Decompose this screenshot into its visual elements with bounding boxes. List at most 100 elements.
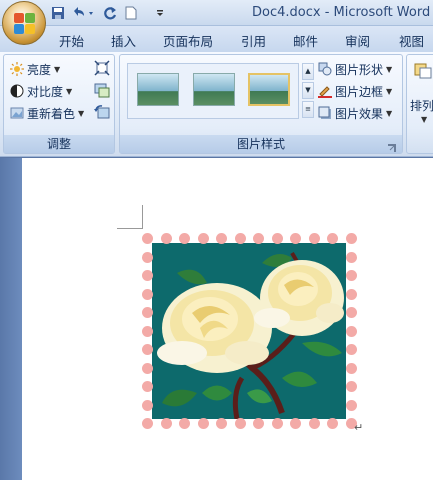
recolor-label: 重新着色: [27, 106, 76, 121]
pencil-icon: [318, 84, 332, 98]
chevron-down-icon: ▼: [78, 108, 85, 118]
reset-picture-icon[interactable]: [94, 104, 110, 123]
position-icon[interactable]: [414, 63, 432, 82]
chevron-down-icon: ▼: [66, 86, 73, 96]
margin-corner-mark: [117, 228, 143, 229]
redo-icon[interactable]: [102, 4, 118, 22]
stamp-border-dot: [142, 251, 153, 263]
shape-icon: [318, 62, 332, 76]
picture-border-label: 图片边框: [335, 84, 384, 99]
stamp-border-dot: [346, 399, 357, 411]
contrast-label: 对比度: [27, 84, 64, 99]
paragraph-mark: ↵: [354, 421, 364, 434]
stamp-border-dot: [290, 418, 302, 429]
stamp-border-dot: [346, 307, 357, 318]
tab-references[interactable]: 引用: [241, 31, 266, 50]
arrange-button[interactable]: 排列: [410, 95, 433, 115]
stamp-border-dot: [271, 418, 283, 429]
stamp-border-dot: [346, 233, 357, 244]
picture-effects-label: 图片效果: [335, 106, 384, 121]
brightness-icon: [10, 62, 24, 76]
picture-effects-button[interactable]: 图片效果 ▼: [318, 103, 392, 123]
ribbon: 亮度 ▼ 对比度 ▼ 重新着色 ▼ 调整 ▲ ▼ ≡ 图片形状 ▼ 图片边框 ▼…: [0, 52, 433, 157]
recolor-icon: [10, 106, 24, 120]
stamp-border-dot: [142, 288, 153, 300]
new-document-icon[interactable]: [123, 4, 139, 22]
stamp-border-dot: [179, 418, 191, 429]
stamp-border-dot: [179, 233, 191, 244]
stamp-border-dot: [216, 418, 228, 429]
document-page[interactable]: ↵: [22, 158, 433, 480]
tab-page-layout[interactable]: 页面布局: [163, 31, 213, 50]
stamp-border-dot: [346, 251, 357, 263]
ribbon-tabs: 开始 插入 页面布局 引用 邮件 审阅 视图: [0, 26, 433, 52]
stamp-border-dot: [197, 418, 209, 429]
change-picture-icon[interactable]: [94, 82, 110, 101]
picture-shape-button[interactable]: 图片形状 ▼: [318, 59, 392, 79]
save-icon[interactable]: [50, 4, 66, 22]
undo-icon[interactable]: [70, 4, 96, 22]
picture-styles-group: ▲ ▼ ≡ 图片形状 ▼ 图片边框 ▼ 图片效果 ▼ 图片样式: [119, 54, 403, 154]
stamp-border-dot: [346, 381, 357, 392]
stamp-border-dot: [142, 307, 153, 318]
margin-corner-mark: [142, 205, 143, 229]
stamp-border-dot: [308, 233, 320, 244]
tab-insert[interactable]: 插入: [111, 31, 136, 50]
contrast-icon: [10, 84, 24, 98]
selected-picture[interactable]: [142, 233, 357, 429]
contrast-button[interactable]: 对比度 ▼: [10, 81, 72, 101]
title-bar: Doc4.docx - Microsoft Word: [0, 0, 433, 26]
recolor-button[interactable]: 重新着色 ▼: [10, 103, 84, 123]
chevron-down-icon: ▼: [386, 86, 393, 96]
picture-style-thumbnail[interactable]: [137, 73, 179, 106]
dialog-launcher-icon[interactable]: [388, 141, 396, 152]
picture-styles-group-label: 图片样式: [120, 135, 402, 153]
chevron-down-icon: ▼: [386, 64, 393, 74]
gallery-scroll-up-button[interactable]: ▲: [302, 63, 314, 80]
arrange-group: 排列 ▼: [406, 54, 433, 154]
rose-picture: [152, 243, 346, 419]
document-left-margin: [0, 158, 22, 480]
picture-style-thumbnail[interactable]: [248, 73, 290, 106]
stamp-border-dot: [142, 399, 153, 411]
gallery-scroll-down-button[interactable]: ▼: [302, 82, 314, 99]
picture-style-thumbnail[interactable]: [193, 73, 235, 106]
stamp-border-dot: [327, 418, 339, 429]
office-logo-icon: [14, 13, 36, 35]
brightness-button[interactable]: 亮度 ▼: [10, 59, 60, 79]
stamp-border-dot: [234, 418, 246, 429]
tab-review[interactable]: 审阅: [345, 31, 370, 50]
stamp-border-dot: [160, 233, 172, 244]
stamp-border-dot: [160, 418, 172, 429]
office-button[interactable]: [2, 1, 46, 45]
stamp-border-dot: [234, 233, 246, 244]
customize-dropdown-icon[interactable]: [153, 4, 167, 22]
brightness-label: 亮度: [27, 62, 52, 77]
stamp-border-dot: [346, 362, 357, 374]
adjust-group-label: 调整: [4, 135, 114, 153]
compress-pictures-icon[interactable]: [94, 60, 110, 79]
stamp-border-dot: [142, 325, 153, 337]
picture-border-button[interactable]: 图片边框 ▼: [318, 81, 392, 101]
gallery-more-button[interactable]: ≡: [302, 101, 314, 118]
stamp-border-dot: [308, 418, 320, 429]
stamp-border-dot: [142, 344, 153, 355]
window-title: Doc4.docx - Microsoft Word: [252, 5, 431, 20]
picture-shape-label: 图片形状: [335, 62, 384, 77]
chevron-down-icon: ▼: [386, 108, 393, 118]
adjust-group: 亮度 ▼ 对比度 ▼ 重新着色 ▼ 调整: [3, 54, 115, 154]
stamp-border-dot: [142, 362, 153, 374]
stamp-border-dot: [271, 233, 283, 244]
stamp-border-dot: [142, 418, 153, 429]
arrange-label: 排列: [410, 98, 433, 113]
stamp-border-dot: [346, 288, 357, 300]
picture-styles-gallery: [127, 63, 299, 119]
stamp-border-dot: [142, 381, 153, 392]
chevron-down-icon: ▼: [421, 115, 428, 124]
stamp-border-dot: [197, 233, 209, 244]
tab-home[interactable]: 开始: [59, 31, 84, 50]
tab-view[interactable]: 视图: [399, 31, 424, 50]
chevron-down-icon: ▼: [54, 64, 61, 74]
tab-mailings[interactable]: 邮件: [293, 31, 318, 50]
stamp-border-dot: [142, 270, 153, 281]
